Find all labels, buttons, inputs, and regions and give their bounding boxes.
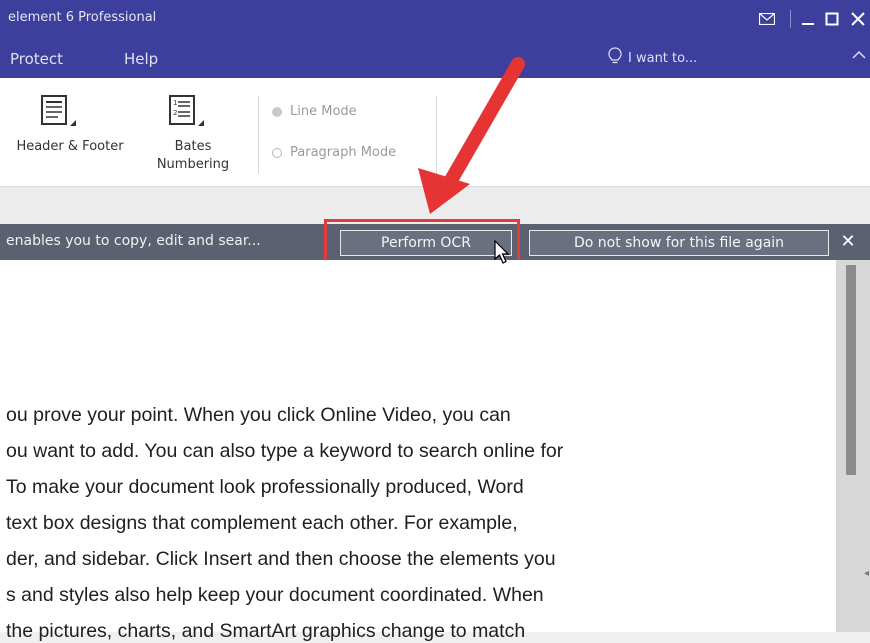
paragraph-mode-radio[interactable]: Paragraph Mode <box>272 145 396 160</box>
document-line: To make your document look professionall… <box>6 476 524 498</box>
close-ocr-bar-icon[interactable]: ✕ <box>838 231 858 252</box>
header-footer-label[interactable]: Header & Footer <box>0 138 140 156</box>
header-footer-icon[interactable] <box>40 94 80 134</box>
radio-dot-empty <box>272 147 282 158</box>
document-line: text box designs that complement each ot… <box>6 512 518 534</box>
document-line: ou prove your point. When you click Onli… <box>6 404 511 426</box>
i-want-to-label: I want to... <box>628 50 698 66</box>
bates-numbering-icon[interactable]: 1 2 <box>168 94 208 134</box>
document-line: der, and sidebar. Click Insert and then … <box>6 548 556 570</box>
title-separator <box>790 10 791 28</box>
scrollbar-thumb[interactable] <box>846 265 856 475</box>
menu-protect[interactable]: Protect <box>10 50 63 68</box>
line-mode-label: Line Mode <box>290 104 357 119</box>
paragraph-mode-label: Paragraph Mode <box>290 145 397 160</box>
scroll-arrow-icon[interactable]: ◂ <box>864 568 869 579</box>
ribbon-separator <box>436 96 437 174</box>
mail-icon[interactable] <box>756 6 778 32</box>
document-line: s and styles also help keep your documen… <box>6 584 544 606</box>
bates-label-line2: Numbering <box>156 157 230 172</box>
mouse-cursor-icon <box>494 239 512 270</box>
do-not-show-again-button[interactable]: Do not show for this file again <box>529 230 829 256</box>
bates-label-line1: Bates <box>174 139 212 154</box>
ocr-message: enables you to copy, edit and sear... <box>6 233 261 249</box>
close-icon[interactable] <box>846 6 870 32</box>
ribbon-separator <box>258 96 259 174</box>
minimize-icon[interactable] <box>796 6 820 32</box>
i-want-to-button[interactable]: I want to... <box>608 47 697 69</box>
bates-numbering-label[interactable]: Bates Numbering <box>148 138 238 174</box>
svg-text:1: 1 <box>173 99 177 107</box>
chevron-up-icon[interactable] <box>852 48 866 64</box>
lightbulb-icon <box>608 47 622 69</box>
maximize-icon[interactable] <box>820 6 844 32</box>
menu-help[interactable]: Help <box>124 50 158 68</box>
window-title: element 6 Professional <box>8 10 157 25</box>
document-line: ou want to add. You can also type a keyw… <box>6 440 564 462</box>
svg-text:2: 2 <box>173 109 177 117</box>
radio-dot-filled <box>272 106 282 117</box>
ribbon <box>0 78 870 186</box>
line-mode-radio[interactable]: Line Mode <box>272 104 357 119</box>
